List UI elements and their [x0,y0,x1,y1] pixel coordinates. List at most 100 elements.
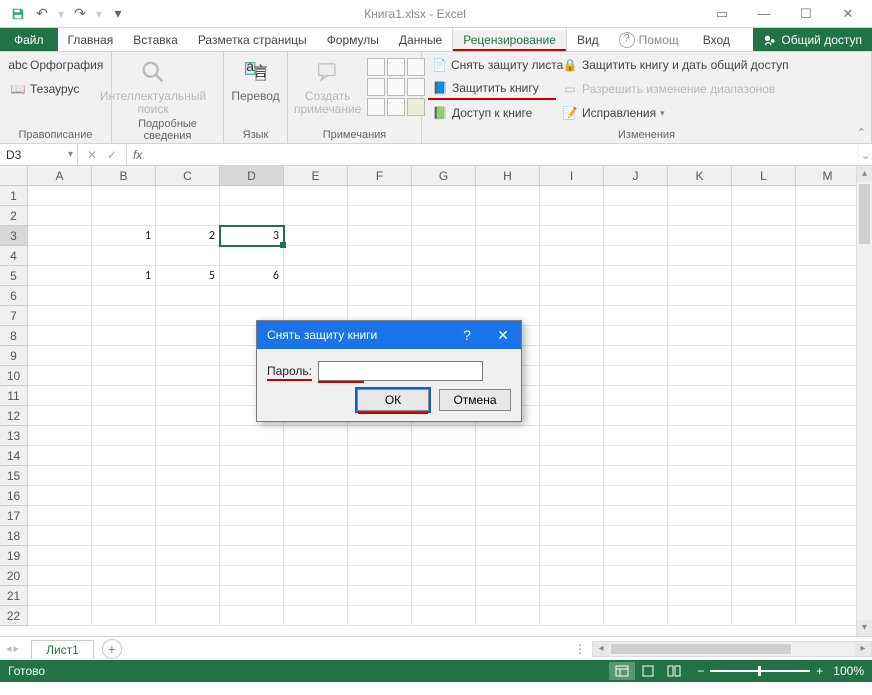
ribbon-options-icon[interactable]: ▭ [702,4,742,24]
cell[interactable] [604,446,668,466]
tab-layout[interactable]: Разметка страницы [188,28,317,51]
cell[interactable] [220,606,284,626]
cell[interactable] [604,266,668,286]
cell[interactable] [220,486,284,506]
row-header[interactable]: 21 [0,586,28,606]
cell[interactable] [28,546,92,566]
protect-workbook-button[interactable]: 📘Защитить книгу [428,78,556,100]
cell[interactable] [668,266,732,286]
cell[interactable] [92,386,156,406]
fx-icon[interactable]: fx [127,144,148,165]
tab-formulas[interactable]: Формулы [317,28,389,51]
sheet-tab[interactable]: Лист1 [31,640,94,659]
cell[interactable] [540,466,604,486]
tab-insert[interactable]: Вставка [123,28,188,51]
cell[interactable] [348,566,412,586]
cell[interactable] [540,346,604,366]
cell[interactable] [28,606,92,626]
row-header[interactable]: 4 [0,246,28,266]
row-header[interactable]: 20 [0,566,28,586]
cell[interactable] [220,466,284,486]
cell[interactable] [604,546,668,566]
cell[interactable] [732,346,796,366]
cell[interactable] [732,206,796,226]
cell[interactable] [28,286,92,306]
cell[interactable] [732,446,796,466]
page-break-icon[interactable] [661,662,687,680]
cell[interactable] [92,306,156,326]
cell[interactable] [220,586,284,606]
password-input[interactable] [318,361,483,381]
cell[interactable] [28,246,92,266]
cell[interactable] [476,486,540,506]
cell[interactable]: 6 [220,266,284,286]
cell[interactable] [28,226,92,246]
cell[interactable] [668,586,732,606]
cell[interactable] [28,526,92,546]
col-header[interactable]: K [668,166,732,186]
cell[interactable] [796,586,860,606]
cell[interactable] [796,366,860,386]
cell[interactable] [28,486,92,506]
cell[interactable] [156,466,220,486]
row-header[interactable]: 3 [0,226,28,246]
save-icon[interactable] [8,4,28,24]
cell[interactable] [732,426,796,446]
cell[interactable] [156,326,220,346]
cell[interactable] [668,546,732,566]
cell[interactable] [540,486,604,506]
cell[interactable] [668,306,732,326]
smart-lookup-button[interactable]: Интеллектуальный поиск [118,54,188,116]
cell[interactable] [732,606,796,626]
cell[interactable] [92,366,156,386]
cell[interactable] [28,186,92,206]
row-header[interactable]: 19 [0,546,28,566]
cell[interactable] [540,246,604,266]
cell[interactable] [412,486,476,506]
cell[interactable] [220,426,284,446]
row-header[interactable]: 9 [0,346,28,366]
cell[interactable] [476,286,540,306]
cell[interactable] [156,546,220,566]
tab-view[interactable]: Вид [567,28,609,51]
cell[interactable] [92,446,156,466]
cell[interactable] [28,586,92,606]
cell[interactable] [540,566,604,586]
col-header[interactable]: M [796,166,860,186]
cell[interactable] [92,546,156,566]
cell[interactable] [92,506,156,526]
delete-comment-icon[interactable] [367,58,385,76]
tab-file[interactable]: Файл [0,28,58,51]
zoom-out-icon[interactable]: − [697,664,704,678]
cell[interactable] [156,526,220,546]
cell[interactable] [156,586,220,606]
cell[interactable] [412,606,476,626]
cell[interactable] [284,286,348,306]
cell[interactable] [796,286,860,306]
cell[interactable] [476,566,540,586]
cell[interactable] [476,426,540,446]
cell[interactable] [668,286,732,306]
cell[interactable] [540,326,604,346]
col-header[interactable]: H [476,166,540,186]
cell[interactable] [284,246,348,266]
cell[interactable] [92,286,156,306]
row-header[interactable]: 14 [0,446,28,466]
cell[interactable] [796,266,860,286]
row-header[interactable]: 18 [0,526,28,546]
cell[interactable] [348,186,412,206]
horizontal-scrollbar[interactable]: ◂ ▸ [592,641,872,657]
cell[interactable] [668,186,732,206]
col-header[interactable]: E [284,166,348,186]
tab-home[interactable]: Главная [58,28,124,51]
cell[interactable] [284,586,348,606]
share-workbook-button[interactable]: 📗Доступ к книге [428,102,556,124]
cell[interactable] [476,246,540,266]
sheet-nav[interactable]: ◂▸ [0,642,25,655]
cell[interactable] [732,266,796,286]
cell[interactable] [604,526,668,546]
cell[interactable] [348,246,412,266]
cell[interactable] [348,286,412,306]
cell[interactable] [540,186,604,206]
cell[interactable] [284,426,348,446]
